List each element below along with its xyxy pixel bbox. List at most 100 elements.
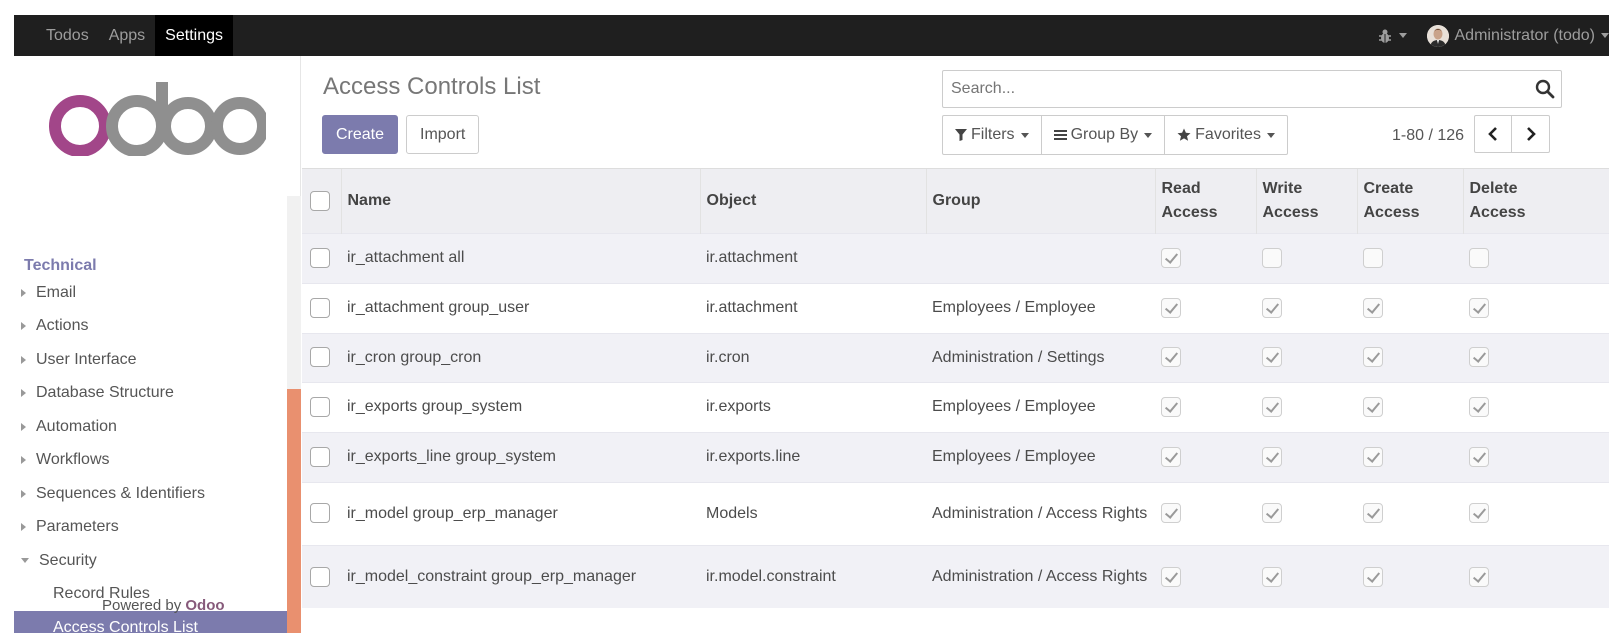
column-header-write-access[interactable]: Write Access [1256, 169, 1358, 233]
sidebar-item-sequences-identifiers[interactable]: Sequences & Identifiers [14, 477, 287, 511]
row-checkbox[interactable] [310, 297, 330, 318]
write-access-checkbox [1262, 566, 1282, 587]
sidebar-item-automation[interactable]: Automation [14, 410, 287, 444]
table-row[interactable]: ir_exports group_system ir.exports Emplo… [302, 382, 1609, 432]
sidebar-item-parameters[interactable]: Parameters [14, 511, 287, 545]
sidebar-item-user-interface[interactable]: User Interface [14, 343, 287, 377]
filters-button[interactable]: Filters [943, 116, 1042, 154]
cell-group: Employees / Employee [932, 299, 1096, 316]
import-button[interactable]: Import [406, 115, 480, 154]
sidebar-subitem-access-controls-list[interactable]: Access Controls List [14, 611, 287, 633]
column-header-read-access[interactable]: Read Access [1155, 169, 1257, 233]
create-button[interactable]: Create [322, 115, 399, 154]
cell-object: ir.attachment [706, 249, 798, 266]
row-select-cell [302, 333, 341, 382]
cell-group: Administration / Settings [932, 348, 1105, 366]
sidebar-item-actions[interactable]: Actions [14, 310, 287, 344]
row-checkbox[interactable] [310, 247, 330, 268]
chevron-right-icon [1526, 127, 1536, 141]
odoo-logo[interactable] [48, 80, 269, 159]
caret-right-icon [21, 456, 26, 465]
table-row[interactable]: ir_model group_erp_manager Models Admini… [302, 482, 1609, 545]
table-row[interactable]: ir_attachment all ir.attachment [302, 233, 1609, 283]
create-access-checkbox [1363, 446, 1383, 467]
caret-right-icon [21, 523, 26, 532]
row-checkbox[interactable] [310, 446, 330, 467]
pager-value[interactable]: 1-80 / 126 [1392, 127, 1464, 145]
sidebar-item-workflows[interactable]: Workflows [14, 444, 287, 478]
star-icon [1177, 128, 1191, 141]
table-row[interactable]: ir_cron group_cron ir.cron Administratio… [302, 333, 1609, 382]
cell-create [1357, 545, 1463, 608]
caret-right-icon [21, 422, 26, 431]
nav-item-todos[interactable]: Todos [34, 15, 99, 56]
read-access-checkbox [1161, 396, 1181, 417]
column-header-group[interactable]: Group [926, 169, 1156, 233]
favorites-button[interactable]: Favorites [1165, 116, 1287, 154]
cell-group: Administration / Access Rights [932, 567, 1148, 585]
column-header-create-access[interactable]: Create Access [1357, 169, 1464, 233]
sidebar-menu: Email Actions User Interface Database St… [14, 276, 287, 633]
cell-create [1357, 233, 1463, 283]
cell-create [1357, 333, 1463, 382]
table-row[interactable]: ir_attachment group_user ir.attachment E… [302, 283, 1609, 333]
row-select-cell [302, 545, 341, 608]
column-header-delete-access[interactable]: Delete Access [1463, 169, 1609, 233]
cell-object: ir.cron [706, 348, 750, 366]
caret-down-icon [21, 558, 29, 564]
cell-create [1357, 283, 1463, 333]
scrollbar-thumb[interactable] [287, 389, 301, 633]
top-navbar: Todos Apps Settings Administrator (todo) [14, 15, 1609, 56]
cell-name: ir_cron group_cron [347, 348, 482, 366]
select-all-checkbox[interactable] [310, 190, 330, 211]
row-checkbox[interactable] [310, 566, 330, 587]
menu-section-technical: Technical [24, 257, 97, 274]
row-select-cell [302, 382, 341, 432]
row-checkbox[interactable] [310, 503, 330, 524]
cell-delete [1463, 233, 1609, 283]
pager-previous-button[interactable] [1474, 115, 1512, 153]
sidebar-item-security[interactable]: Security [14, 544, 287, 578]
sidebar-scrollbar[interactable] [287, 196, 301, 633]
column-header-object[interactable]: Object [700, 169, 927, 233]
debug-menu[interactable] [1377, 28, 1407, 44]
cell-create [1357, 432, 1463, 482]
pager-next-button[interactable] [1512, 115, 1550, 153]
search-icon[interactable] [1535, 79, 1555, 99]
cell-read [1155, 233, 1256, 283]
chevron-left-icon [1488, 127, 1497, 141]
read-access-checkbox [1161, 247, 1181, 268]
nav-item-settings[interactable]: Settings [155, 15, 233, 56]
table-row[interactable]: ir_exports_line group_system ir.exports.… [302, 432, 1609, 482]
powered-by: Powered by Odoo [102, 597, 225, 614]
column-header-name[interactable]: Name [341, 169, 701, 233]
read-access-checkbox [1161, 446, 1181, 467]
filters-label: Filters [971, 126, 1015, 143]
sidebar-item-database-structure[interactable]: Database Structure [14, 377, 287, 411]
row-checkbox[interactable] [310, 396, 330, 417]
cell-name: ir_attachment group_user [347, 299, 530, 316]
sidebar-item-label: User Interface [36, 350, 137, 368]
delete-access-checkbox [1469, 446, 1489, 467]
nav-item-apps[interactable]: Apps [99, 15, 155, 56]
delete-access-checkbox [1469, 566, 1489, 587]
cell-delete [1463, 482, 1609, 545]
row-checkbox[interactable] [310, 347, 330, 368]
chevron-down-icon [1020, 132, 1029, 138]
cell-delete [1463, 333, 1609, 382]
cell-write [1256, 283, 1357, 333]
powered-by-link[interactable]: Odoo [185, 597, 224, 614]
header-line: Access [1363, 203, 1420, 221]
cell-write [1256, 333, 1357, 382]
cell-write [1256, 432, 1357, 482]
cell-name: ir_model group_erp_manager [347, 504, 558, 522]
cell-write [1256, 545, 1357, 608]
group-by-button[interactable]: Group By [1042, 116, 1166, 154]
search-input[interactable] [943, 71, 1513, 107]
cell-read [1155, 482, 1256, 545]
chevron-down-icon [1601, 33, 1609, 38]
sidebar-item-email[interactable]: Email [14, 276, 287, 310]
write-access-checkbox [1262, 446, 1282, 467]
table-row[interactable]: ir_model_constraint group_erp_manager ir… [302, 545, 1609, 608]
user-menu[interactable]: Administrator (todo) [1426, 24, 1609, 47]
